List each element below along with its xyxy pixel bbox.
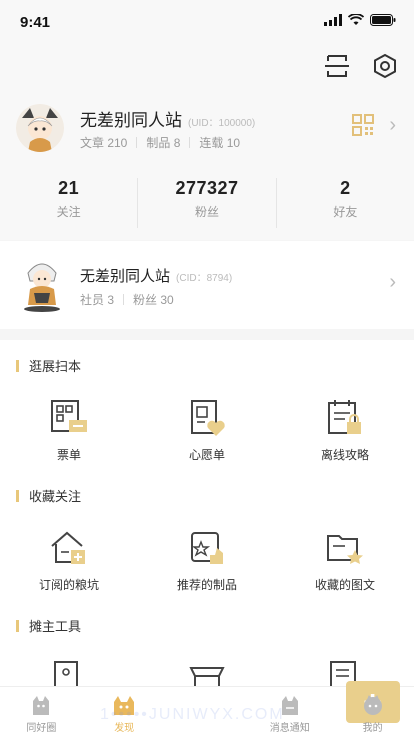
section-title-text: 逛展扫本 xyxy=(29,359,82,374)
box-icon xyxy=(189,667,225,686)
wishlist-button[interactable]: 心愿单 xyxy=(138,396,276,463)
section-title-text: 摊主工具 xyxy=(29,619,82,634)
scan-icon xyxy=(325,55,349,77)
ticket-list-button[interactable]: 票单 xyxy=(0,396,138,463)
tab-me[interactable]: 我的 xyxy=(331,687,414,737)
tab-label: 同好圈 xyxy=(26,723,57,734)
stat-label: 关注 xyxy=(56,205,81,219)
user-avatar[interactable] xyxy=(16,104,64,152)
settings-button[interactable] xyxy=(370,51,400,81)
box-tool-button[interactable] xyxy=(138,656,276,686)
section-title-text: 收藏关注 xyxy=(29,489,82,504)
watermark: 1•••••JUNIWYX.COM xyxy=(100,706,285,723)
qr-code-button[interactable] xyxy=(352,114,374,141)
recommended-product-button[interactable]: 推荐的制品 xyxy=(138,526,276,593)
divider xyxy=(189,137,191,148)
circle-fans-count: 粉丝 30 xyxy=(133,293,174,307)
user-name: 无差别同人站 (UID：100000) xyxy=(80,106,255,131)
cat-icon xyxy=(33,696,50,715)
grid-item-label: 离线攻略 xyxy=(320,448,369,462)
profile-card[interactable]: 无差别同人站 (UID：100000) 文章 210 制品 8 连载 10 › 2… xyxy=(0,94,414,240)
tools-panel: 逛展扫本 票单 心愿单 离线攻略 收藏关注 订阅的粮坑 推荐的制品 收藏的图文 xyxy=(0,340,414,686)
grid-item-label: 心愿单 xyxy=(188,448,225,462)
circle-meta: 社员 3 粉丝 30 xyxy=(80,291,174,308)
scan-button[interactable] xyxy=(322,51,352,81)
favorite-folder-icon xyxy=(327,535,363,564)
stat-friends[interactable]: 2 好友 xyxy=(277,178,414,228)
stats-row: 21 关注 277327 粉丝 2 好友 xyxy=(0,178,414,228)
circle-name-text: 无差别同人站 xyxy=(80,268,171,285)
grid-item-label: 推荐的制品 xyxy=(176,578,237,592)
avatar-illustration-icon xyxy=(16,104,64,152)
booth-tool-button[interactable] xyxy=(0,656,138,686)
circle-avatar xyxy=(18,255,66,313)
divider xyxy=(123,294,125,305)
section-marker xyxy=(16,359,19,372)
battery-icon xyxy=(370,14,396,26)
settings-hexagon-icon xyxy=(374,53,396,79)
circle-cid: (CID：8794) xyxy=(176,273,233,284)
stat-number: 277327 xyxy=(175,178,239,198)
members-count: 社员 3 xyxy=(80,293,115,307)
stat-fans[interactable]: 277327 粉丝 xyxy=(138,178,277,228)
stat-label: 好友 xyxy=(333,205,358,219)
serials-count: 连载 10 xyxy=(199,136,241,150)
stat-label: 粉丝 xyxy=(194,205,219,219)
status-time: 9:41 xyxy=(20,14,51,31)
offline-guide-button[interactable]: 离线攻略 xyxy=(276,396,414,463)
wishlist-icon xyxy=(191,400,225,436)
section-marker xyxy=(16,489,19,502)
tab-community[interactable]: 同好圈 xyxy=(0,687,83,737)
status-bar: 9:41 xyxy=(0,0,414,44)
stat-number: 2 xyxy=(340,178,351,198)
articles-count: 文章 210 xyxy=(80,136,128,150)
qr-code-icon xyxy=(352,114,374,136)
section-grid-favorites: 订阅的粮坑 推荐的制品 收藏的图文 xyxy=(0,526,414,593)
circle-card[interactable]: 无差别同人站 (CID：8794) 社员 3 粉丝 30 › xyxy=(0,241,414,329)
user-name-text: 无差别同人站 xyxy=(80,111,182,130)
me-icon xyxy=(363,695,382,715)
signal-icon xyxy=(324,14,342,26)
section-marker xyxy=(16,619,19,632)
ticket-list-icon xyxy=(51,400,87,432)
section-grid-expo: 票单 心愿单 离线攻略 xyxy=(0,396,414,463)
section-title-expo: 逛展扫本 xyxy=(16,356,81,375)
tab-label: 我的 xyxy=(362,723,383,734)
grid-item-label: 票单 xyxy=(56,448,81,462)
grid-item-label: 订阅的粮坑 xyxy=(38,578,99,592)
divider xyxy=(136,137,138,148)
stat-following[interactable]: 21 关注 xyxy=(0,178,139,228)
status-icons xyxy=(324,14,396,26)
favorite-folder-button[interactable]: 收藏的图文 xyxy=(276,526,414,593)
offline-guide-icon xyxy=(328,400,361,434)
section-title-booth-tools: 摊主工具 xyxy=(16,616,81,635)
user-meta: 文章 210 制品 8 连载 10 xyxy=(80,134,240,151)
subscribed-house-icon xyxy=(51,531,85,564)
wifi-icon xyxy=(348,14,364,25)
stat-number: 21 xyxy=(58,178,80,198)
top-bar xyxy=(0,44,414,94)
section-title-favorites: 收藏关注 xyxy=(16,486,81,505)
chevron-right-icon: › xyxy=(389,271,396,293)
products-count: 制品 8 xyxy=(146,136,181,150)
booth-icon xyxy=(54,661,78,686)
circle-mascot-icon xyxy=(24,263,60,312)
chevron-right-icon: › xyxy=(389,114,396,136)
circle-name: 无差别同人站 (CID：8794) xyxy=(80,265,232,286)
subscribed-house-button[interactable]: 订阅的粮坑 xyxy=(0,526,138,593)
grid-item-label: 收藏的图文 xyxy=(314,578,375,592)
user-uid: (UID：100000) xyxy=(188,118,256,129)
recommended-product-icon xyxy=(191,532,223,564)
